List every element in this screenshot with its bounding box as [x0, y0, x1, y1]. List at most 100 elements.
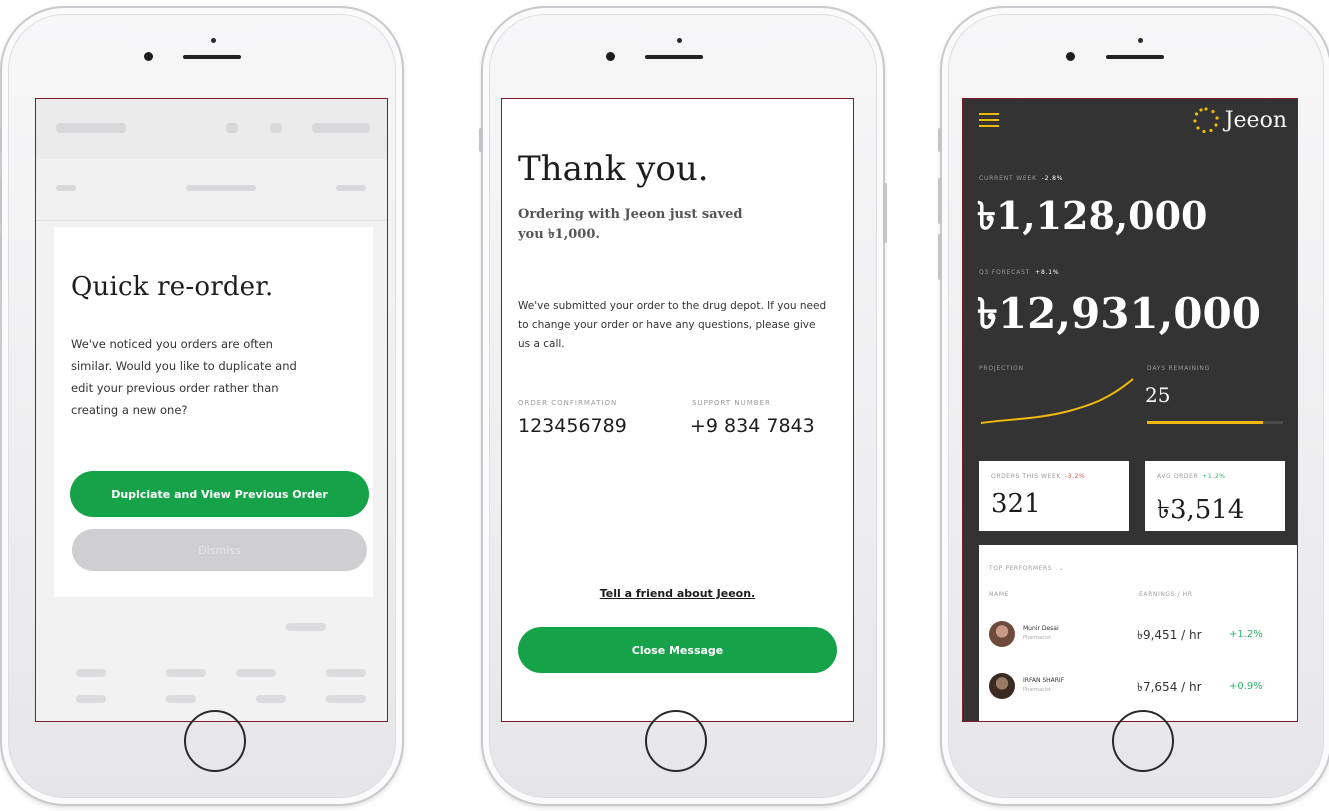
projection-label: Projection [979, 365, 1024, 372]
home-button[interactable] [645, 710, 707, 772]
orders-label: Orders This Week -3.2% [991, 473, 1085, 480]
performer-role: Pharmacist [1023, 635, 1051, 641]
side-button [0, 128, 2, 152]
avg-order-label-text: Avg Order [1157, 473, 1199, 480]
home-button[interactable] [184, 710, 246, 772]
blurred-logo [56, 123, 126, 133]
top-performers-dropdown[interactable]: Top Performers ⌄ [989, 565, 1064, 572]
blurred-row [166, 695, 196, 703]
front-camera [606, 52, 615, 61]
blurred-row [236, 669, 276, 677]
days-remaining-label: Days Remaining [1147, 365, 1211, 372]
performer-rate: ৳7,654 / hr [1137, 680, 1202, 694]
avatar [989, 673, 1015, 699]
performer-row[interactable]: IRFAN SHARIF Pharmacist ৳7,654 / hr +0.9… [979, 663, 1297, 707]
phone-frame-3: Jeeon Current Week -2.8% ৳1,128,000 Q3 Fo… [938, 6, 1329, 806]
blurred-icon [226, 123, 238, 133]
order-confirmation-number: 123456789 [518, 415, 627, 437]
menu-icon[interactable] [979, 113, 999, 127]
savings-subtitle: Ordering with Jeeon just saved you ৳1,00… [518, 207, 743, 242]
current-week-label-text: Current Week [979, 175, 1037, 182]
performer-role: Pharmacist [1023, 687, 1051, 693]
chevron-down-icon: ⌄ [1058, 565, 1065, 572]
page-title: Thank you. [518, 149, 709, 189]
dashboard-header: Jeeon Current Week -2.8% ৳1,128,000 Q3 Fo… [963, 99, 1297, 491]
brand-logo: Jeeon [1191, 105, 1287, 135]
blurred-subheader [36, 159, 387, 221]
side-button [0, 178, 2, 224]
blurred-row [76, 669, 106, 677]
front-sensor [1138, 38, 1143, 43]
close-message-button[interactable]: Close Message [518, 627, 837, 673]
phone-frame-1: Quick re-order. We've noticed you orders… [0, 6, 404, 806]
avg-order-label: Avg Order +1.2% [1157, 473, 1226, 480]
blurred-icon [270, 123, 282, 133]
performer-name: IRFAN SHARIF [1023, 677, 1065, 684]
earpiece-speaker [183, 55, 241, 59]
days-remaining-track [1147, 421, 1283, 424]
days-remaining-value: 25 [1145, 383, 1171, 407]
q3-forecast-value: ৳12,931,000 [977, 289, 1261, 338]
orders-value: 321 [991, 489, 1041, 519]
blurred-text [186, 185, 256, 191]
side-button [938, 178, 942, 224]
top-performers-card: Top Performers ⌄ Name Earnings / hr Muni… [979, 545, 1297, 721]
column-rate-header: Earnings / hr [1139, 591, 1193, 598]
dismiss-button[interactable]: Dismiss [72, 529, 367, 571]
support-number-label: Support Number [692, 399, 771, 407]
duplicate-order-button[interactable]: Duplciate and View Previous Order [70, 471, 369, 517]
blurred-text [56, 185, 76, 191]
sun-logo-icon [1193, 107, 1219, 134]
blurred-row [326, 669, 366, 677]
earpiece-speaker [1106, 55, 1164, 59]
q3-forecast-label-text: Q3 Forecast [979, 269, 1031, 276]
home-button[interactable] [1112, 710, 1174, 772]
current-week-label: Current Week -2.8% [979, 175, 1063, 182]
side-button [938, 128, 942, 152]
projection-sparkline [980, 378, 1134, 424]
earpiece-speaker [645, 55, 703, 59]
blurred-row [286, 623, 326, 631]
blurred-row [166, 669, 206, 677]
performer-rate: ৳9,451 / hr [1137, 628, 1202, 642]
front-camera [1066, 52, 1075, 61]
front-sensor [211, 38, 216, 43]
brand-name: Jeeon [1224, 107, 1287, 133]
blurred-row [256, 695, 286, 703]
orders-label-text: Orders This Week [991, 473, 1061, 480]
performer-name: Munir Desai [1023, 625, 1059, 632]
days-remaining-progress [1147, 421, 1263, 424]
blurred-row [326, 695, 366, 703]
side-button [479, 128, 483, 152]
confirmation-text: We've submitted your order to the drug d… [518, 300, 827, 350]
blurred-row [76, 695, 106, 703]
q3-forecast-change: +8.1% [1035, 269, 1060, 276]
avg-order-card: Avg Order +1.2% ৳3,514 [1145, 461, 1285, 531]
performer-change: +1.2% [1229, 629, 1263, 640]
screen-thank-you: Thank you. Ordering with Jeeon just save… [501, 98, 854, 722]
avatar [989, 621, 1015, 647]
current-week-change: -2.8% [1041, 175, 1064, 182]
avg-order-value: ৳3,514 [1157, 495, 1245, 525]
screen-quick-reorder: Quick re-order. We've noticed you orders… [35, 98, 388, 722]
quick-reorder-modal: Quick re-order. We've noticed you orders… [54, 227, 373, 597]
top-performers-label: Top Performers [989, 565, 1053, 572]
orders-this-week-card: Orders This Week -3.2% 321 [979, 461, 1129, 531]
blurred-text [336, 185, 366, 191]
support-phone-number[interactable]: +9 834 7843 [690, 415, 815, 437]
current-week-value: ৳1,128,000 [977, 193, 1208, 238]
order-confirmation-label: Order Confirmation [518, 399, 618, 407]
blurred-action [312, 123, 370, 133]
blurred-header [36, 99, 387, 159]
modal-body: We've noticed you orders are often simil… [71, 337, 297, 417]
q3-forecast-label: Q3 Forecast +8.1% [979, 269, 1059, 276]
side-button [938, 234, 942, 280]
performer-row[interactable]: Munir Desai Pharmacist ৳9,451 / hr +1.2% [979, 611, 1297, 655]
side-button [0, 234, 2, 280]
tell-a-friend-link[interactable]: Tell a friend about Jeeon. [502, 587, 853, 600]
projection-line [980, 378, 1134, 424]
modal-title: Quick re-order. [71, 272, 274, 302]
front-sensor [677, 38, 682, 43]
avg-order-change: +1.2% [1202, 473, 1226, 480]
phone-frame-2: Thank you. Ordering with Jeeon just save… [479, 6, 887, 806]
